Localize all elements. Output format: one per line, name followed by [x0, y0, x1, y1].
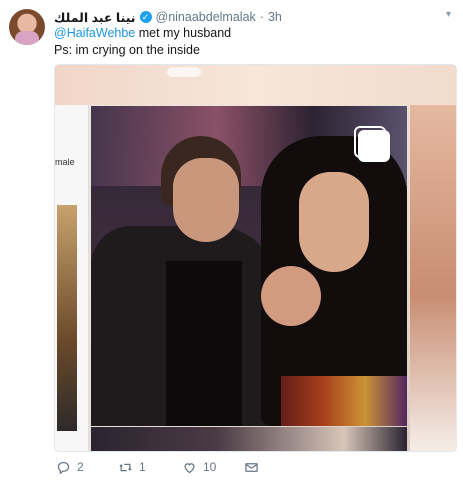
retweet-icon: [119, 463, 132, 471]
left-side-image: male: [55, 105, 89, 451]
avatar[interactable]: [9, 9, 45, 45]
woman-face: [299, 172, 369, 272]
left-image-label: male: [55, 157, 75, 167]
tweet-text: met my husband: [135, 26, 232, 40]
like-count: 10: [203, 460, 217, 474]
direct-message-button[interactable]: [244, 460, 264, 475]
tweet-text-line-2: Ps: im crying on the inside: [54, 43, 200, 57]
left-image-thumb: [57, 205, 77, 431]
censor-bar: [166, 261, 242, 426]
like-button[interactable]: 10: [182, 460, 244, 475]
mention-link[interactable]: @HaifaWehbe: [54, 26, 135, 40]
display-name[interactable]: نينا عبد الملك: [54, 10, 136, 25]
media-banner: [55, 65, 456, 105]
heart-icon: [184, 462, 195, 473]
reply-button[interactable]: 2: [56, 460, 118, 475]
photo-woman: [261, 126, 407, 426]
tweet[interactable]: نينا عبد الملك ✓ @ninaabdelmalak · 3h ▾ …: [0, 0, 463, 490]
blurred-text: [167, 67, 201, 77]
reply-icon: [57, 461, 70, 474]
username-handle[interactable]: @ninaabdelmalak: [156, 10, 256, 24]
woman-dress: [281, 376, 407, 426]
verified-badge-icon: ✓: [139, 11, 152, 23]
bottom-image-strip: [91, 427, 407, 451]
retweet-button[interactable]: 1: [118, 460, 182, 475]
separator-dot: ·: [259, 10, 264, 24]
multi-icon-front: [358, 130, 390, 162]
woman-hand: [261, 266, 321, 326]
reply-count: 2: [77, 460, 84, 474]
envelope-icon: [245, 462, 258, 472]
retweet-count: 1: [139, 460, 146, 474]
right-side-image: [410, 105, 456, 451]
timestamp[interactable]: 3h: [268, 10, 282, 24]
main-photo[interactable]: [91, 106, 407, 426]
chevron-down-icon[interactable]: ▾: [446, 9, 451, 20]
tweet-actions: 2 1 10: [56, 458, 264, 476]
tweet-header: نينا عبد الملك ✓ @ninaabdelmalak · 3h: [54, 8, 282, 26]
multiple-images-icon: [354, 126, 390, 162]
man-face: [173, 158, 239, 242]
tweet-text-line-1: @HaifaWehbe met my husband: [54, 26, 231, 40]
tweet-media[interactable]: male: [54, 64, 457, 452]
